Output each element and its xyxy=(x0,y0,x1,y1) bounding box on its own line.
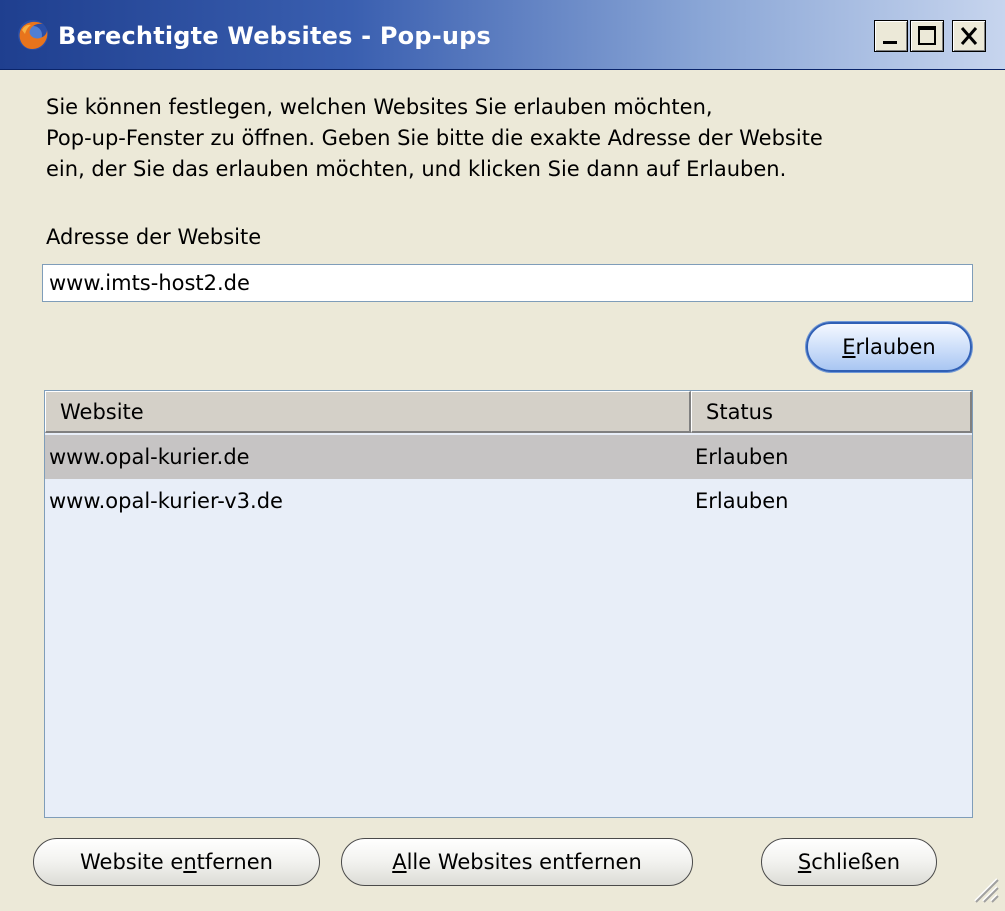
row-website: www.opal-kurier.de xyxy=(49,445,250,469)
table-row[interactable]: www.opal-kurier.de Erlauben xyxy=(45,435,972,479)
close-window-button[interactable] xyxy=(952,20,986,52)
title-bar[interactable]: Berechtigte Websites - Pop-ups xyxy=(0,0,1005,70)
address-label: Adresse der Website xyxy=(46,225,262,249)
column-header-status[interactable]: Status xyxy=(691,391,972,433)
minimize-icon xyxy=(883,41,897,44)
allow-button-label: rlauben xyxy=(855,335,936,359)
dialog-window: Berechtigte Websites - Pop-ups Sie könne… xyxy=(0,0,1005,911)
maximize-button[interactable] xyxy=(910,20,944,52)
remove-all-accesskey: A xyxy=(392,850,407,874)
description-line: ein, der Sie das erlauben möchten, und k… xyxy=(46,157,787,181)
description-line: Sie können festlegen, welchen Websites S… xyxy=(46,95,713,119)
maximize-icon xyxy=(918,26,936,45)
table-row[interactable]: www.opal-kurier-v3.de Erlauben xyxy=(45,479,972,523)
minimize-button[interactable] xyxy=(874,20,908,52)
allow-button-accesskey: E xyxy=(842,335,856,359)
sites-table[interactable]: Website Status www.opal-kurier.de Erlaub… xyxy=(44,390,973,818)
table-header: Website Status xyxy=(45,391,972,433)
remove-website-button[interactable]: Website e n tfernen xyxy=(33,838,320,886)
window-title: Berechtigte Websites - Pop-ups xyxy=(58,22,492,50)
close-label-post: chließen xyxy=(811,850,901,874)
close-button[interactable]: Schließen xyxy=(761,838,937,886)
row-website: www.opal-kurier-v3.de xyxy=(49,489,283,513)
row-status: Erlauben xyxy=(695,489,789,513)
allow-button[interactable]: Erlauben xyxy=(806,322,972,372)
description-text: Sie können festlegen, welchen Websites S… xyxy=(46,92,976,185)
description-line: Pop-up-Fenster zu öffnen. Geben Sie bitt… xyxy=(46,126,823,150)
remove-website-label-pre: Website e xyxy=(80,850,184,874)
row-status: Erlauben xyxy=(695,445,789,469)
firefox-icon xyxy=(18,20,48,50)
address-input[interactable] xyxy=(42,264,973,302)
remove-all-websites-button[interactable]: Alle Websites entfernen xyxy=(341,838,693,886)
column-header-website[interactable]: Website xyxy=(45,391,691,433)
close-icon xyxy=(960,27,978,45)
remove-all-label-post: lle Websites entfernen xyxy=(406,850,642,874)
close-accesskey: S xyxy=(797,850,812,874)
resize-grip-icon[interactable] xyxy=(961,865,1001,905)
remove-website-label-post: tfernen xyxy=(196,850,273,874)
remove-website-accesskey: n xyxy=(183,850,197,874)
